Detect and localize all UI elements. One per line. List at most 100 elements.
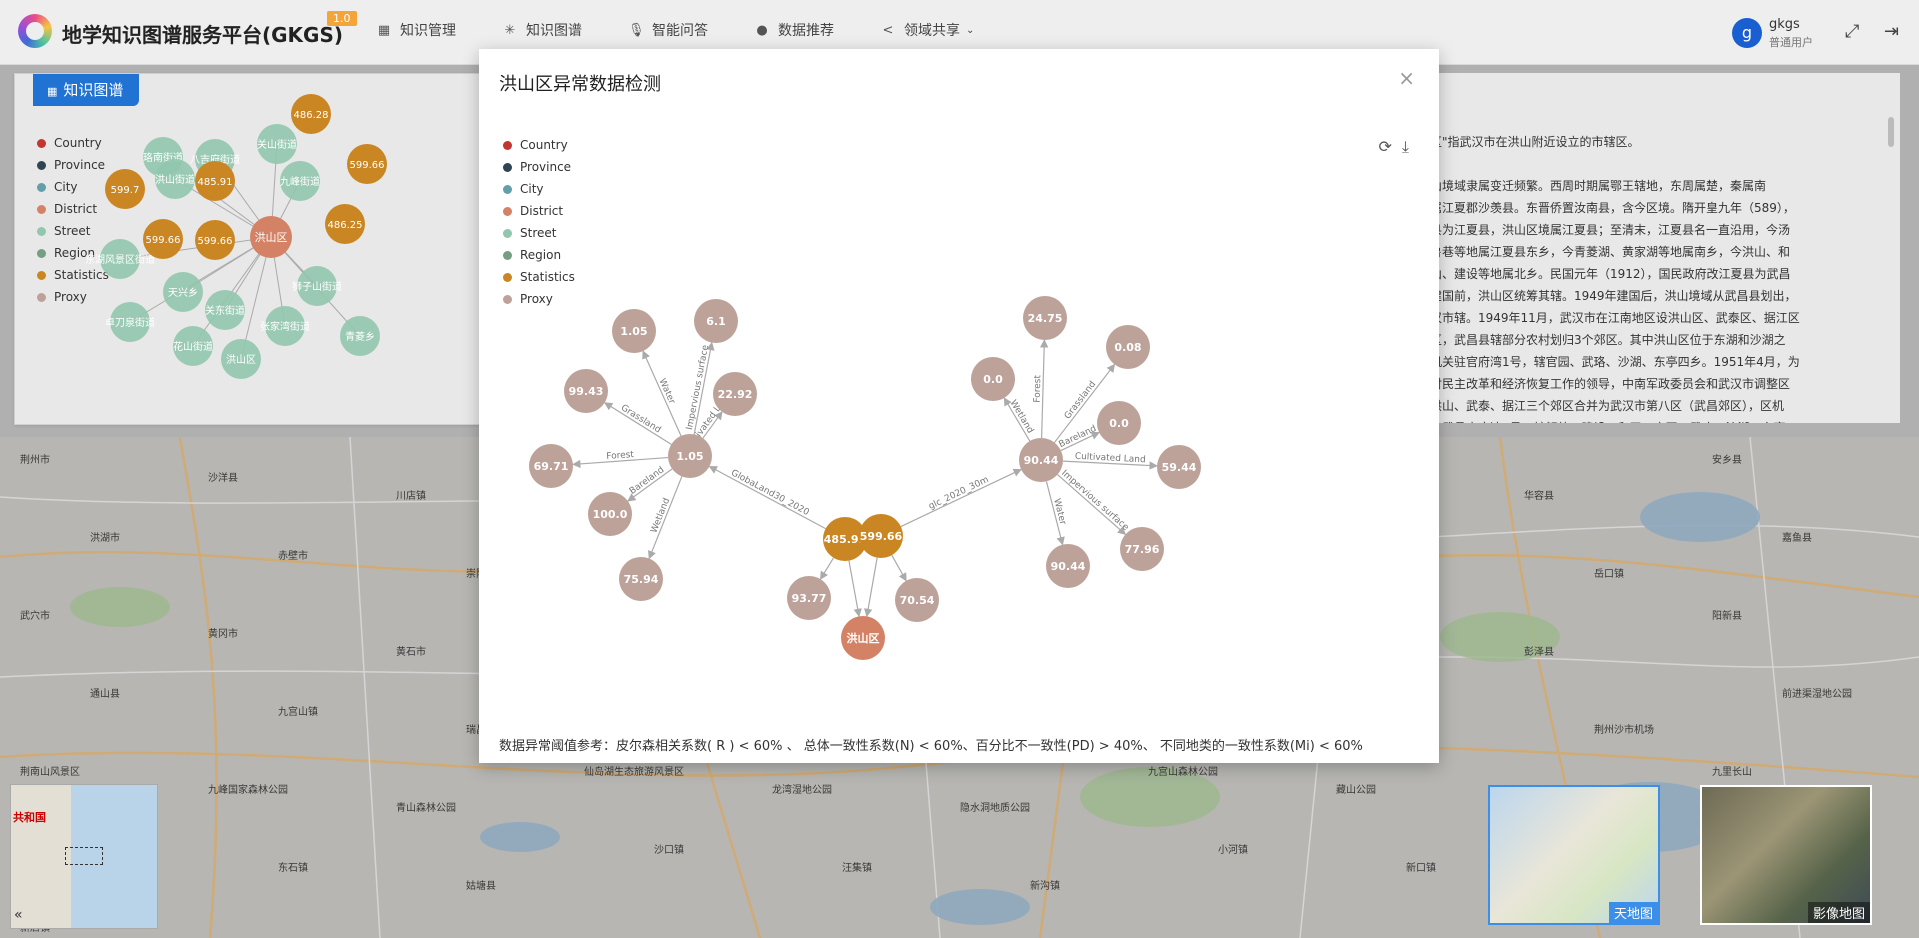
- panel-stat-label: 486.28: [294, 110, 329, 121]
- proxy-node-label: 90.44: [1051, 560, 1086, 573]
- panel-street-label: 关东街道: [205, 304, 245, 317]
- basemap-image-button[interactable]: 影像地图: [1700, 785, 1872, 925]
- nav-data-recommend[interactable]: ● 数据推荐: [754, 20, 834, 40]
- panel-district-label: 洪山区: [255, 230, 288, 244]
- description-line: 区"指武汉市在洪山附近设立的市辖区。: [1430, 135, 1640, 149]
- grid-icon: ▦: [377, 22, 391, 38]
- description-line: 汉市辖。1949年11月，武汉市在江南地区设洪山区、武泰区、据江区: [1430, 311, 1800, 325]
- chevron-down-icon: ⌄: [966, 24, 975, 36]
- edge-label: Wetland: [1008, 399, 1035, 436]
- edge-label: Grassland: [619, 403, 662, 435]
- app-logo: [18, 14, 52, 48]
- proxy-node-label: 77.96: [1125, 543, 1160, 556]
- edge-label: Bareland: [1058, 424, 1099, 450]
- description-line: 机关驻官府湾1号，辖官园、武珞、沙湖、东亭四乡。1951年4月，为: [1430, 355, 1800, 369]
- statistics-node-b-label: 599.66: [860, 530, 903, 543]
- proxy-node-b-label: 90.44: [1024, 454, 1059, 467]
- panel-street-label: 洪山区: [226, 354, 256, 366]
- description-line: 区，武昌县辖部分农村划归3个郊区。其中洪山区位于东湖和沙湖之: [1430, 333, 1786, 347]
- description-line: 山、建设等地属北乡。民国元年（1912），国民政府改江夏县为武昌: [1430, 267, 1791, 281]
- panel-graph[interactable]: 八吉府街道珞南街道关山街道洪山街道 九峰街道东湖风景区街道天兴乡关东街道狮子山街道…: [15, 74, 487, 424]
- proxy-node-label: 59.44: [1162, 461, 1197, 474]
- collapse-icon[interactable]: «: [14, 907, 23, 923]
- description-text: 区"指武汉市在洪山附近设立的市辖区。 山境域隶属变迁频繁。西周时期属鄂王辖地，东…: [1430, 131, 1800, 423]
- logout-icon[interactable]: ⇥: [1884, 21, 1899, 42]
- proxy-node-label: 6.1: [706, 315, 726, 328]
- proxy-node-label: 69.71: [534, 460, 569, 473]
- bulb-icon: ●: [756, 22, 768, 38]
- app-title: 地学知识图谱服务平台(GKGS): [62, 23, 344, 47]
- edge-stat-b-left-b[interactable]: [891, 554, 907, 582]
- edge-stat-a-left-a[interactable]: [819, 557, 835, 580]
- description-line: 在武昌官府湾1号。辖解放、建设、和平、官园、武珞、沙湖、东亭、: [1430, 417, 1800, 423]
- microphone-icon: 🎙︎: [628, 22, 645, 38]
- proxy-node-label: 100.0: [593, 508, 628, 521]
- panel-stat-label: 599.7: [111, 185, 140, 196]
- sparkle-icon: ✳: [504, 22, 516, 38]
- proxy-node-label: 24.75: [1028, 312, 1063, 325]
- description-line: [1430, 153, 1800, 175]
- proxy-node-label: 0.0: [1109, 417, 1129, 430]
- description-line: 山境域隶属变迁频繁。西周时期属鄂王辖地，东周属楚，秦属南: [1430, 179, 1767, 193]
- proxy-node-a-label: 1.05: [676, 450, 703, 463]
- proxy-node-label: 75.94: [624, 573, 659, 586]
- edge-proxy-a-child[interactable]: [603, 402, 672, 445]
- description-line: 对民主改革和经济恢复工作的领导，中南军政委员会和武汉市调整区: [1430, 377, 1791, 391]
- edge-stat-b-proxy-b[interactable]: [900, 468, 1022, 528]
- nav-knowledge-management[interactable]: ▦ 知识管理: [376, 20, 456, 40]
- panel-street-label: 东湖风景区街道: [85, 253, 155, 266]
- district-node-label: 洪山区: [847, 631, 880, 645]
- panel-street-label: 花山街道: [173, 340, 213, 353]
- description-line: 县为江夏县，洪山区境属江夏县；至清末，江夏县名一直沿用，今汤: [1430, 223, 1791, 237]
- panel-street-label: 狮子山街道: [292, 280, 342, 293]
- edge-label: Forest: [606, 450, 635, 462]
- edge-label: Forest: [1033, 374, 1044, 402]
- main-nav: ▦ 知识管理 ✳ 知识图谱 🎙︎ 智能问答 ● 数据推荐 < 领域共享 ⌄: [376, 20, 1020, 40]
- nav-qa[interactable]: 🎙︎ 智能问答: [628, 20, 708, 40]
- edge-label: Bareland: [628, 465, 666, 497]
- version-badge: 1.0: [327, 11, 357, 26]
- edge-stat-a-proxy-a[interactable]: [708, 465, 826, 530]
- panel-stat-label: 599.66: [198, 236, 233, 247]
- edge-label: Cultivated Land: [1075, 452, 1146, 466]
- edge-stat-b-district[interactable]: [864, 557, 878, 618]
- minimap-viewport[interactable]: [65, 847, 103, 865]
- scrollbar[interactable]: [1888, 117, 1894, 147]
- panel-street-label: 张家湾街道: [260, 320, 310, 333]
- anomaly-graph[interactable]: GlobaLand30_2020 glc_2020_30m Water Impervi…: [479, 49, 1439, 763]
- panel-street-label: 关山街道: [257, 138, 297, 151]
- nav-domain-share[interactable]: < 领域共享 ⌄: [880, 20, 975, 40]
- nav-knowledge-graph[interactable]: ✳ 知识图谱: [502, 20, 582, 40]
- user-role: 普通用户: [1769, 36, 1813, 49]
- edge-label: Wetland: [649, 497, 672, 535]
- proxy-node-label: 1.05: [620, 325, 647, 338]
- panel-stat-label: 599.66: [350, 160, 385, 171]
- overview-minimap[interactable]: 共和国 «: [10, 784, 158, 929]
- panel-street-label: 洪山街道: [155, 173, 195, 186]
- basemap-vector-button[interactable]: 天地图: [1488, 785, 1660, 925]
- fullscreen-icon[interactable]: ⤢: [1845, 21, 1859, 42]
- panel-street-label: 天兴乡: [168, 287, 198, 299]
- avatar[interactable]: g: [1732, 18, 1762, 48]
- edge-label: Impervious surface: [1059, 468, 1131, 533]
- threshold-footnote: 数据异常阈值参考：皮尔森相关系数( R ) < 60% 、 总体一致性系数(N)…: [499, 739, 1363, 754]
- share-icon: <: [882, 22, 894, 38]
- edge-label: glc_2020_30m: [927, 475, 990, 512]
- user-name: gkgs: [1769, 17, 1800, 32]
- panel-stat-label: 486.25: [328, 220, 363, 231]
- anomaly-detection-dialog: 洪山区异常数据检测 × Country Province City District S…: [479, 49, 1439, 763]
- minimap-label: 共和国: [13, 811, 46, 824]
- description-line: 鲁巷等地属江夏县东乡，今青菱湖、黄家湖等地属南乡，今洪山、和: [1430, 245, 1791, 259]
- edge-stat-a-district[interactable]: [848, 560, 862, 618]
- panel-street-label: 九峰街道: [280, 175, 320, 188]
- proxy-node-label: 22.92: [718, 388, 753, 401]
- description-line: 属江夏郡沙羡县。东晋侨置汝南县，含今区境。隋开皇九年（589），: [1430, 201, 1795, 215]
- panel-stat-label: 599.66: [146, 235, 181, 246]
- knowledge-graph-panel: ▦ 知识图谱 Country Province City District Street R…: [14, 73, 488, 425]
- panel-stat-label: 485.91: [198, 177, 233, 188]
- proxy-node-c-label: 93.77: [792, 592, 827, 605]
- panel-street-label: 卓刀泉街道: [105, 316, 155, 329]
- proxy-node-label: 99.43: [569, 385, 604, 398]
- edge-label: GlobaLand30_2020: [729, 468, 811, 518]
- description-line: 建国前，洪山区统筹其辖。1949年建国后，洪山境域从武昌县划出，: [1430, 289, 1797, 303]
